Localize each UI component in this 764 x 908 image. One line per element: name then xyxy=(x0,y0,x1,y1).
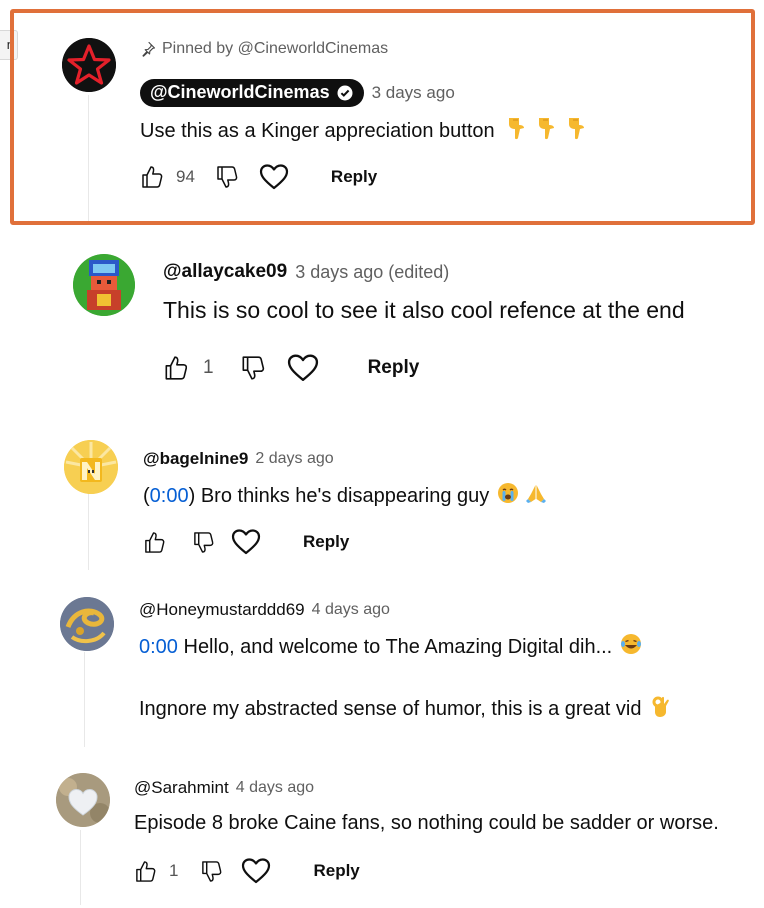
heart-icon[interactable] xyxy=(231,528,261,556)
comment-text-body: Ingnore my abstracted sense of humor, th… xyxy=(139,697,642,720)
reply-button[interactable]: Reply xyxy=(303,532,349,552)
like-icon[interactable] xyxy=(134,859,157,884)
abstract-swirl-avatar-icon xyxy=(60,597,114,651)
avatar[interactable] xyxy=(73,254,135,316)
like-icon[interactable] xyxy=(143,530,166,555)
dislike-icon[interactable] xyxy=(215,164,239,190)
comment-text-line: Ingnore my abstracted sense of humor, th… xyxy=(139,694,671,724)
pointing-down-emoji-icon xyxy=(505,116,527,146)
comment-actions: 1 Reply xyxy=(163,353,419,383)
comment-meta: @allaycake09 3 days ago (edited) xyxy=(163,261,449,283)
timestamp-link[interactable]: 0:00 xyxy=(139,636,178,659)
thread-line xyxy=(84,652,85,747)
comment-text-open: ( xyxy=(143,484,150,507)
ok-hand-emoji-icon xyxy=(651,694,671,724)
thread-line xyxy=(80,830,81,905)
heart-crystal-avatar-icon xyxy=(56,773,110,827)
comment-time[interactable]: 4 days ago xyxy=(312,601,390,619)
heart-icon[interactable] xyxy=(259,163,289,191)
folded-hands-emoji-icon xyxy=(525,482,547,510)
comment-meta: @Sarahmint 4 days ago xyxy=(134,778,314,798)
timestamp-link[interactable]: 0:00 xyxy=(150,485,189,508)
comment-actions: Reply xyxy=(143,528,349,556)
avatar[interactable] xyxy=(56,773,110,827)
pin-icon xyxy=(142,41,156,57)
dislike-icon[interactable] xyxy=(192,530,215,555)
reply-button[interactable]: Reply xyxy=(331,167,377,187)
comment-text-body: Hello, and welcome to The Amazing Digita… xyxy=(177,635,613,658)
tears-of-joy-emoji-icon xyxy=(620,633,642,661)
comment-actions: 94 Reply xyxy=(140,163,377,191)
avatar[interactable] xyxy=(62,38,116,92)
comment-text-line: 0:00 Hello, and welcome to The Amazing D… xyxy=(139,633,642,661)
crying-face-emoji-icon xyxy=(497,482,519,510)
heart-icon[interactable] xyxy=(241,857,271,885)
comment-time[interactable]: 2 days ago xyxy=(255,450,333,468)
reply-button[interactable]: Reply xyxy=(368,357,420,379)
avatar[interactable] xyxy=(60,597,114,651)
comment-text: Use this as a Kinger appreciation button xyxy=(140,116,587,146)
heart-icon[interactable] xyxy=(286,353,320,383)
dislike-icon[interactable] xyxy=(200,859,223,884)
comment-actions: 1 Reply xyxy=(134,857,360,885)
comment-text-body: ) Bro thinks he's disappearing guy xyxy=(188,484,490,507)
avatar[interactable] xyxy=(64,440,118,494)
comment-text: This is so cool to see it also cool refe… xyxy=(163,297,685,323)
author-name: @CineworldCinemas xyxy=(150,82,330,102)
comment-text: ( 0:00 ) Bro thinks he's disappearing gu… xyxy=(143,482,547,510)
comment-text: Episode 8 broke Caine fans, so nothing c… xyxy=(134,812,719,834)
like-icon[interactable] xyxy=(163,354,189,382)
comment-time[interactable]: 3 days ago xyxy=(372,83,455,103)
pointing-down-emoji-icon xyxy=(535,116,557,146)
dislike-icon[interactable] xyxy=(240,354,266,382)
comment-time[interactable]: 3 days ago (edited) xyxy=(295,262,449,283)
owner-chip[interactable]: @CineworldCinemas xyxy=(140,79,364,107)
verified-check-icon xyxy=(337,85,353,100)
comment-meta: @bagelnine9 2 days ago xyxy=(143,449,334,469)
reply-button[interactable]: Reply xyxy=(313,861,359,881)
cinema-star-logo-icon xyxy=(62,38,116,92)
author-name[interactable]: @Honeymustarddd69 xyxy=(139,600,305,620)
pointing-down-emoji-icon xyxy=(565,116,587,146)
like-icon[interactable] xyxy=(140,164,164,190)
author-name[interactable]: @Sarahmint xyxy=(134,778,229,798)
comment-meta: @CineworldCinemas 3 days ago xyxy=(140,79,455,107)
sun-character-avatar-icon xyxy=(64,440,118,494)
like-count: 1 xyxy=(203,357,214,378)
like-count: 1 xyxy=(169,861,179,880)
comment-time[interactable]: 4 days ago xyxy=(236,779,314,797)
author-name[interactable]: @bagelnine9 xyxy=(143,449,248,469)
comment-meta: @Honeymustarddd69 4 days ago xyxy=(139,600,390,620)
author-name[interactable]: @allaycake09 xyxy=(163,261,287,283)
comment-text-body: Use this as a Kinger appreciation button xyxy=(140,119,495,142)
pixel-character-avatar-icon xyxy=(73,254,135,316)
like-count: 94 xyxy=(176,167,195,186)
pinned-label: Pinned by @CineworldCinemas xyxy=(140,40,388,58)
pinned-by-text: Pinned by @CineworldCinemas xyxy=(162,40,389,57)
